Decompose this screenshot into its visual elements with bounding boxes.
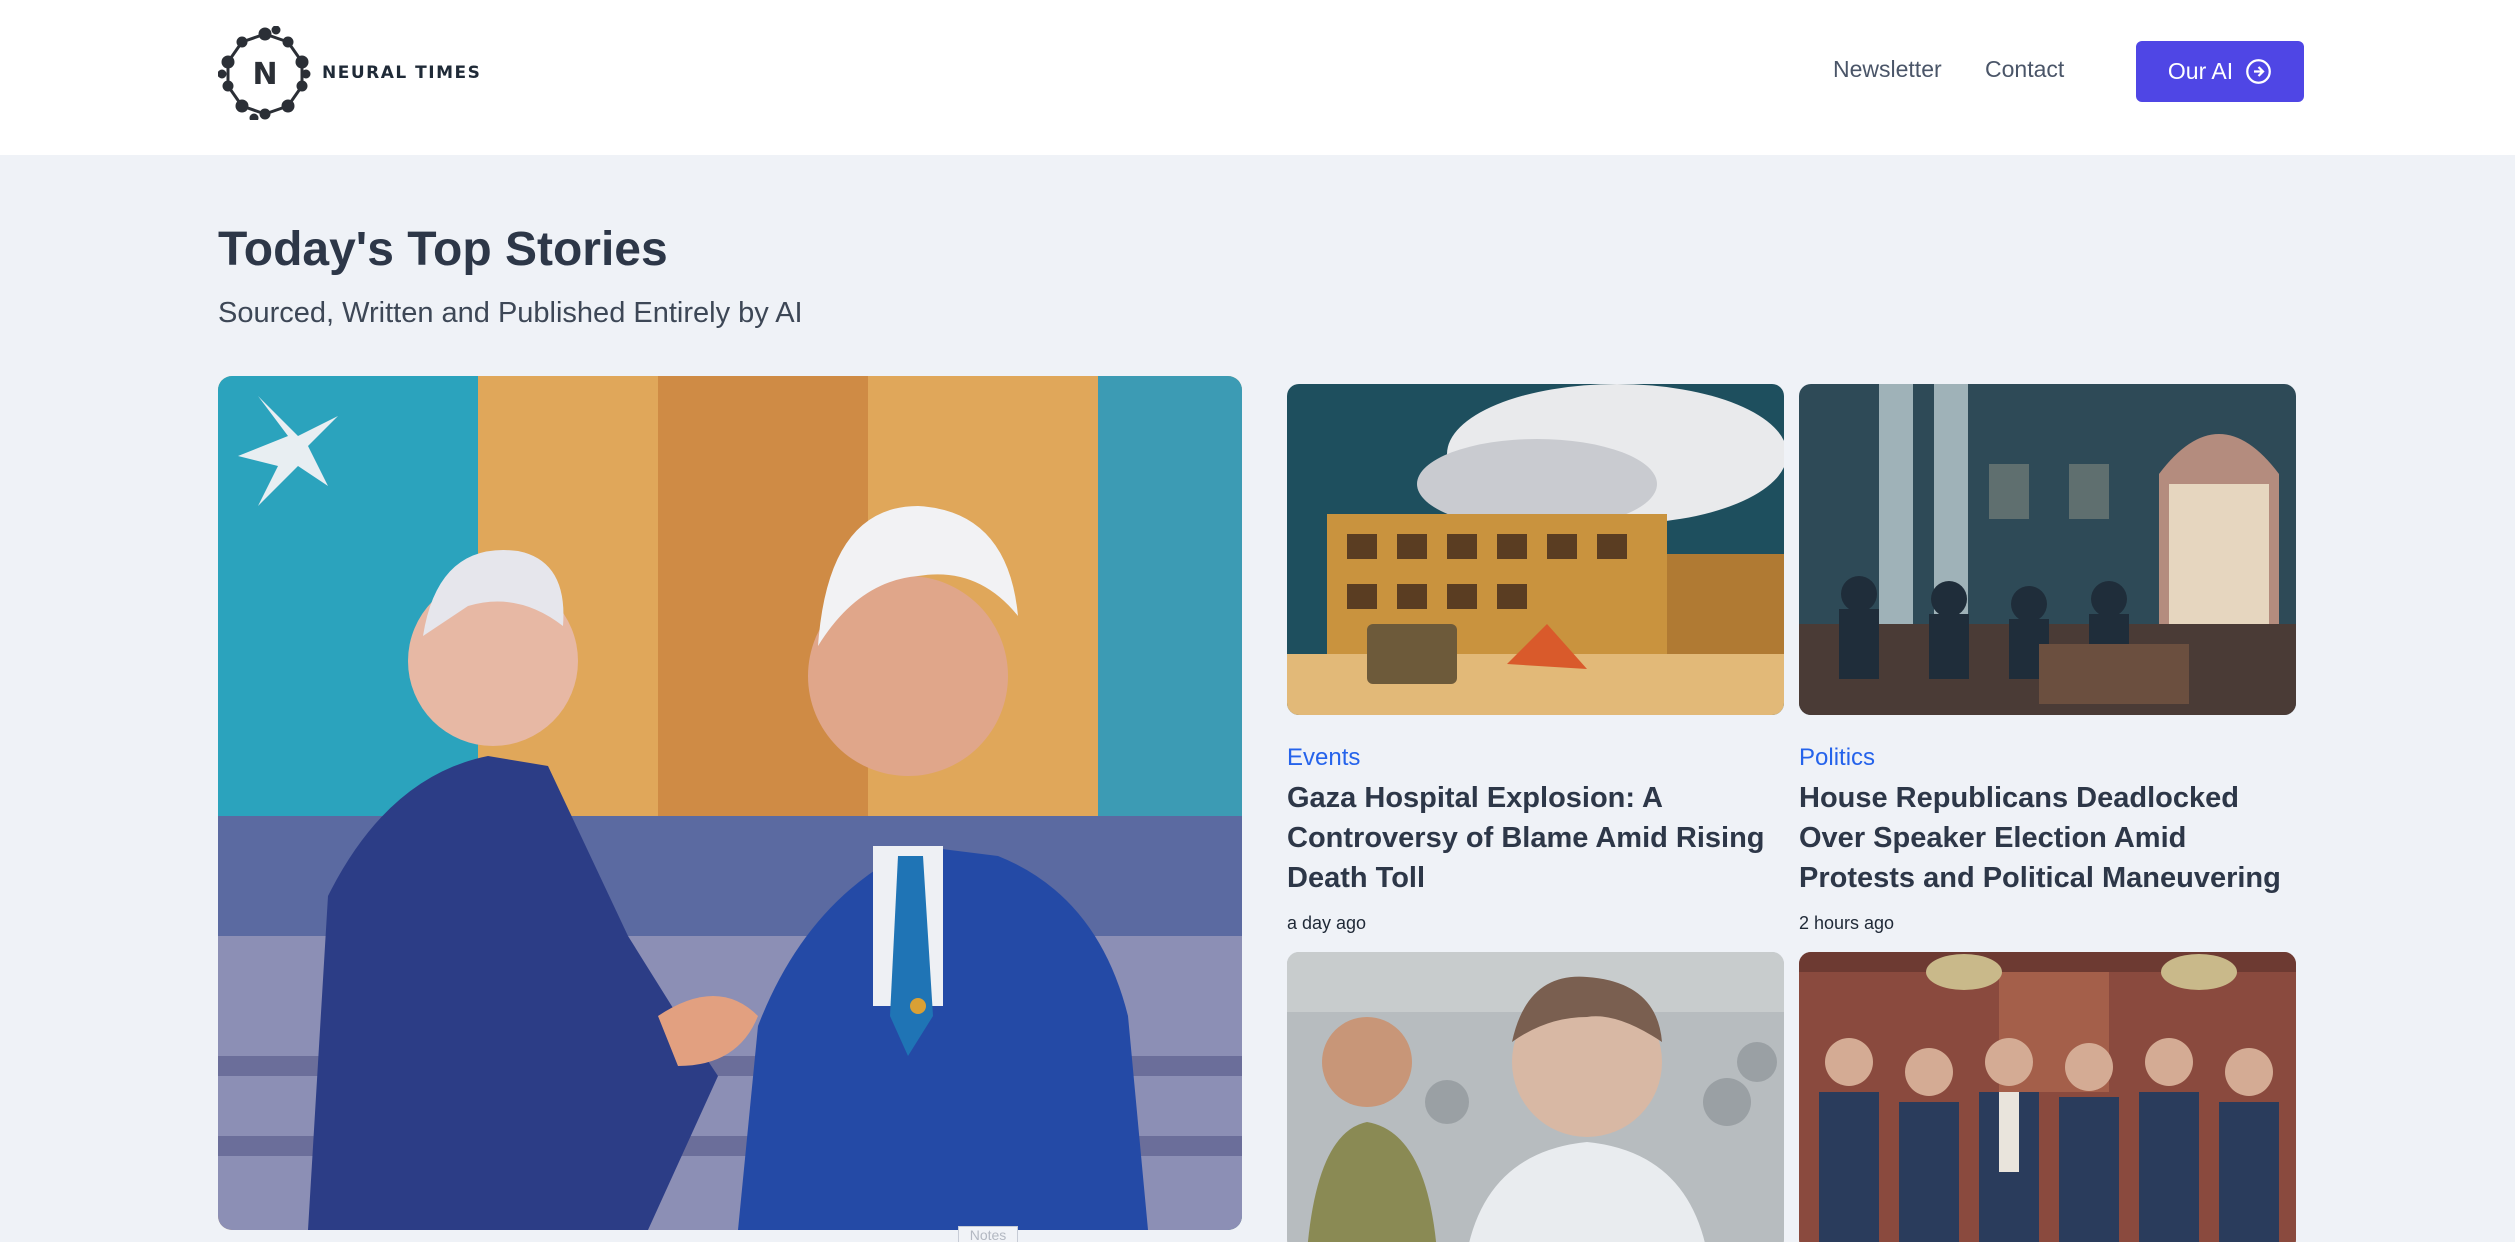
arrow-circle-right-icon — [2246, 59, 2271, 84]
nav-contact-link[interactable]: Contact — [1985, 56, 2064, 83]
article-image-3[interactable] — [1287, 952, 1784, 1242]
notes-tag: Notes — [958, 1226, 1018, 1242]
article-title-2[interactable]: House Republicans Deadlocked Over Speake… — [1799, 778, 2299, 898]
two-men-illustration — [1287, 952, 1784, 1242]
crowd-in-hall-illustration — [1799, 952, 2296, 1242]
page-title: Today's Top Stories — [218, 223, 668, 276]
hero-story-image[interactable] — [218, 376, 1242, 1230]
article-category-2[interactable]: Politics — [1799, 744, 1875, 772]
article-category-1[interactable]: Events — [1287, 744, 1360, 772]
nav-newsletter-link[interactable]: Newsletter — [1833, 56, 1942, 83]
brand-name: NEURAL TIMES — [322, 63, 482, 83]
gaza-building-illustration — [1287, 384, 1784, 715]
article-image-1[interactable] — [1287, 384, 1784, 715]
hero-illustration — [218, 376, 1242, 1230]
top-bar: N NEURAL TIMES Newsletter Contact Our AI — [0, 0, 2515, 155]
article-title-1[interactable]: Gaza Hospital Explosion: A Controversy o… — [1287, 778, 1787, 898]
article-image-4[interactable] — [1799, 952, 2296, 1242]
our-ai-button-label: Our AI — [2167, 58, 2234, 84]
page-subtitle: Sourced, Written and Published Entirely … — [218, 297, 803, 329]
neural-network-logo-icon: N — [218, 26, 311, 120]
our-ai-button[interactable]: Our AI — [2136, 41, 2304, 102]
house-chamber-illustration — [1799, 384, 2296, 715]
brand-logo[interactable]: N NEURAL TIMES — [218, 26, 481, 120]
article-time-2: 2 hours ago — [1799, 913, 1895, 933]
article-time-1: a day ago — [1287, 913, 1367, 933]
article-image-2[interactable] — [1799, 384, 2296, 715]
logo-letter: N — [252, 57, 277, 92]
